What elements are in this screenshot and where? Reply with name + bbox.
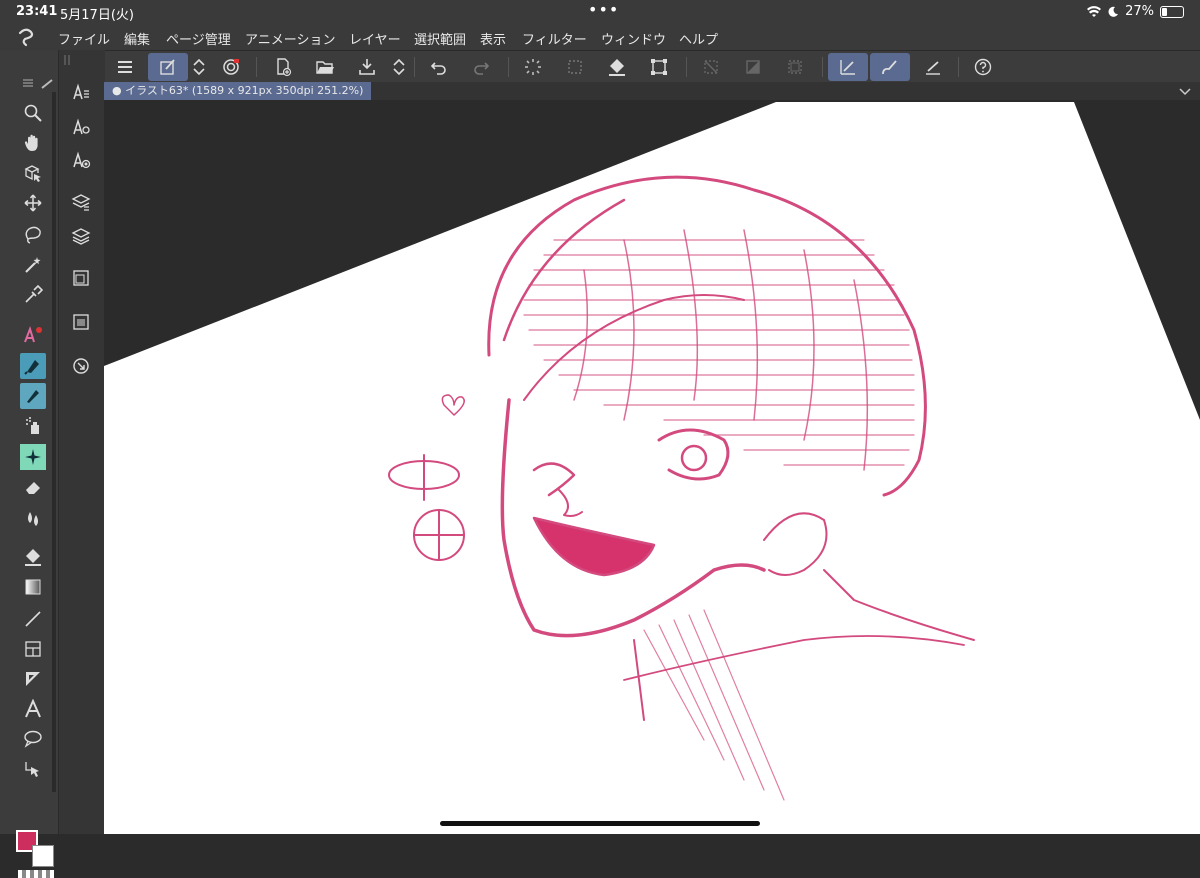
zoom-icon[interactable]: [20, 100, 46, 126]
quick-access-icon[interactable]: [148, 53, 188, 81]
tool-scrollbar[interactable]: [52, 92, 56, 792]
menu-selection[interactable]: 選択範囲: [414, 29, 466, 48]
hand-icon[interactable]: [20, 130, 46, 156]
home-indicator[interactable]: [440, 821, 760, 826]
app-logo-icon[interactable]: [16, 27, 36, 47]
transparent-color-swatch[interactable]: [18, 870, 54, 878]
line-icon[interactable]: [20, 606, 46, 632]
menu-help[interactable]: ヘルプ: [679, 29, 718, 48]
eyedropper-icon[interactable]: [20, 282, 46, 308]
toolbar-divider: [686, 57, 687, 77]
multitask-dots[interactable]: •••: [588, 0, 619, 19]
move-icon[interactable]: [20, 190, 46, 216]
up-down-icon[interactable]: [188, 53, 210, 81]
status-right: 27%: [1087, 4, 1184, 19]
command-bar: [0, 50, 1200, 83]
blend-icon[interactable]: [20, 506, 46, 532]
text-brush-icon[interactable]: [20, 322, 46, 348]
magic-wand-icon[interactable]: [20, 252, 46, 278]
menu-window[interactable]: ウィンドウ: [601, 29, 666, 48]
snap-ruler-icon[interactable]: [828, 53, 868, 81]
pencil-icon[interactable]: [20, 383, 46, 409]
open-folder-icon[interactable]: [310, 53, 340, 81]
save-icon[interactable]: [352, 53, 382, 81]
ruler-icon[interactable]: [20, 666, 46, 692]
history-icon[interactable]: [69, 354, 93, 378]
chevron-down-icon[interactable]: [1178, 84, 1192, 98]
status-bar: 23:41 5月17日(火) ••• 27%: [0, 0, 1200, 24]
gradient-icon[interactable]: [20, 574, 46, 600]
brush-size-icon[interactable]: [69, 148, 93, 172]
menu-file[interactable]: ファイル: [58, 29, 110, 48]
battery-percent: 27%: [1125, 4, 1154, 19]
sub-view-icon[interactable]: [69, 310, 93, 334]
balloon-icon[interactable]: [20, 726, 46, 752]
battery-icon: [1160, 5, 1184, 18]
fill-icon[interactable]: [20, 544, 46, 570]
invert-icon[interactable]: [738, 53, 768, 81]
canvas-area[interactable]: [104, 100, 1200, 834]
frame-icon[interactable]: [20, 636, 46, 662]
menu-icon[interactable]: [110, 53, 140, 81]
lasso-icon[interactable]: [20, 222, 46, 248]
drawing-canvas[interactable]: [104, 100, 1200, 834]
tool-palette: [0, 50, 58, 878]
menu-edit[interactable]: 編集: [124, 29, 150, 48]
status-time: 23:41: [16, 4, 58, 19]
toolbar-divider: [414, 57, 415, 77]
brush-settings-icon[interactable]: [69, 115, 93, 139]
brush-tab-icon[interactable]: [40, 78, 54, 90]
undo-icon[interactable]: [424, 53, 454, 81]
decoration-icon[interactable]: [20, 444, 46, 470]
navigator-icon[interactable]: [69, 266, 93, 290]
snap-line-icon[interactable]: [918, 53, 948, 81]
layers-icon[interactable]: [69, 224, 93, 248]
help-icon[interactable]: [968, 53, 998, 81]
deselect-icon[interactable]: [696, 53, 726, 81]
panel-grip-icon[interactable]: [61, 54, 75, 66]
text-icon[interactable]: [20, 696, 46, 722]
eraser-icon[interactable]: [20, 474, 46, 500]
canvas-tab[interactable]: ● イラスト63* (1589 x 921px 350dpi 251.2%): [104, 82, 372, 100]
airbrush-icon[interactable]: [20, 413, 46, 439]
menu-icon[interactable]: [22, 78, 34, 88]
snap-brush-icon[interactable]: [870, 53, 910, 81]
transform-icon[interactable]: [644, 53, 674, 81]
menu-animation[interactable]: アニメーション: [245, 29, 335, 48]
spiral-icon[interactable]: [216, 53, 246, 81]
menu-layer[interactable]: レイヤー: [349, 29, 401, 48]
up-down-icon[interactable]: [388, 53, 410, 81]
correction-icon[interactable]: [20, 756, 46, 782]
toolbar-divider: [958, 57, 959, 77]
menu-filter[interactable]: フィルター: [522, 29, 587, 48]
canvas-tab-bar: ● イラスト63* (1589 x 921px 350dpi 251.2%): [104, 82, 1200, 100]
wifi-icon: [1087, 5, 1102, 17]
pen-icon[interactable]: [20, 353, 46, 379]
loading-icon[interactable]: [518, 53, 548, 81]
new-file-icon[interactable]: [268, 53, 298, 81]
object-icon[interactable]: [20, 160, 46, 186]
status-date: 5月17日(火): [60, 8, 134, 23]
canvas-paper: [104, 102, 1200, 834]
menu-page[interactable]: ページ管理: [166, 29, 231, 48]
fill-icon[interactable]: [602, 53, 632, 81]
battery-fill: [1162, 7, 1167, 16]
redo-icon[interactable]: [466, 53, 496, 81]
moon-icon: [1108, 6, 1119, 17]
toolbar-divider: [508, 57, 509, 77]
select-all-icon[interactable]: [560, 53, 590, 81]
menu-bar: ファイル 編集 ページ管理 アニメーション レイヤー 選択範囲 表示 フィルター…: [0, 24, 1200, 50]
toolbar-divider: [256, 57, 257, 77]
menu-view[interactable]: 表示: [480, 29, 506, 48]
toolbar-divider: [822, 57, 823, 77]
tool-property-icon[interactable]: [69, 80, 93, 104]
border-icon[interactable]: [780, 53, 810, 81]
layer-property-icon[interactable]: [69, 190, 93, 214]
sub-color-swatch[interactable]: [32, 845, 54, 867]
